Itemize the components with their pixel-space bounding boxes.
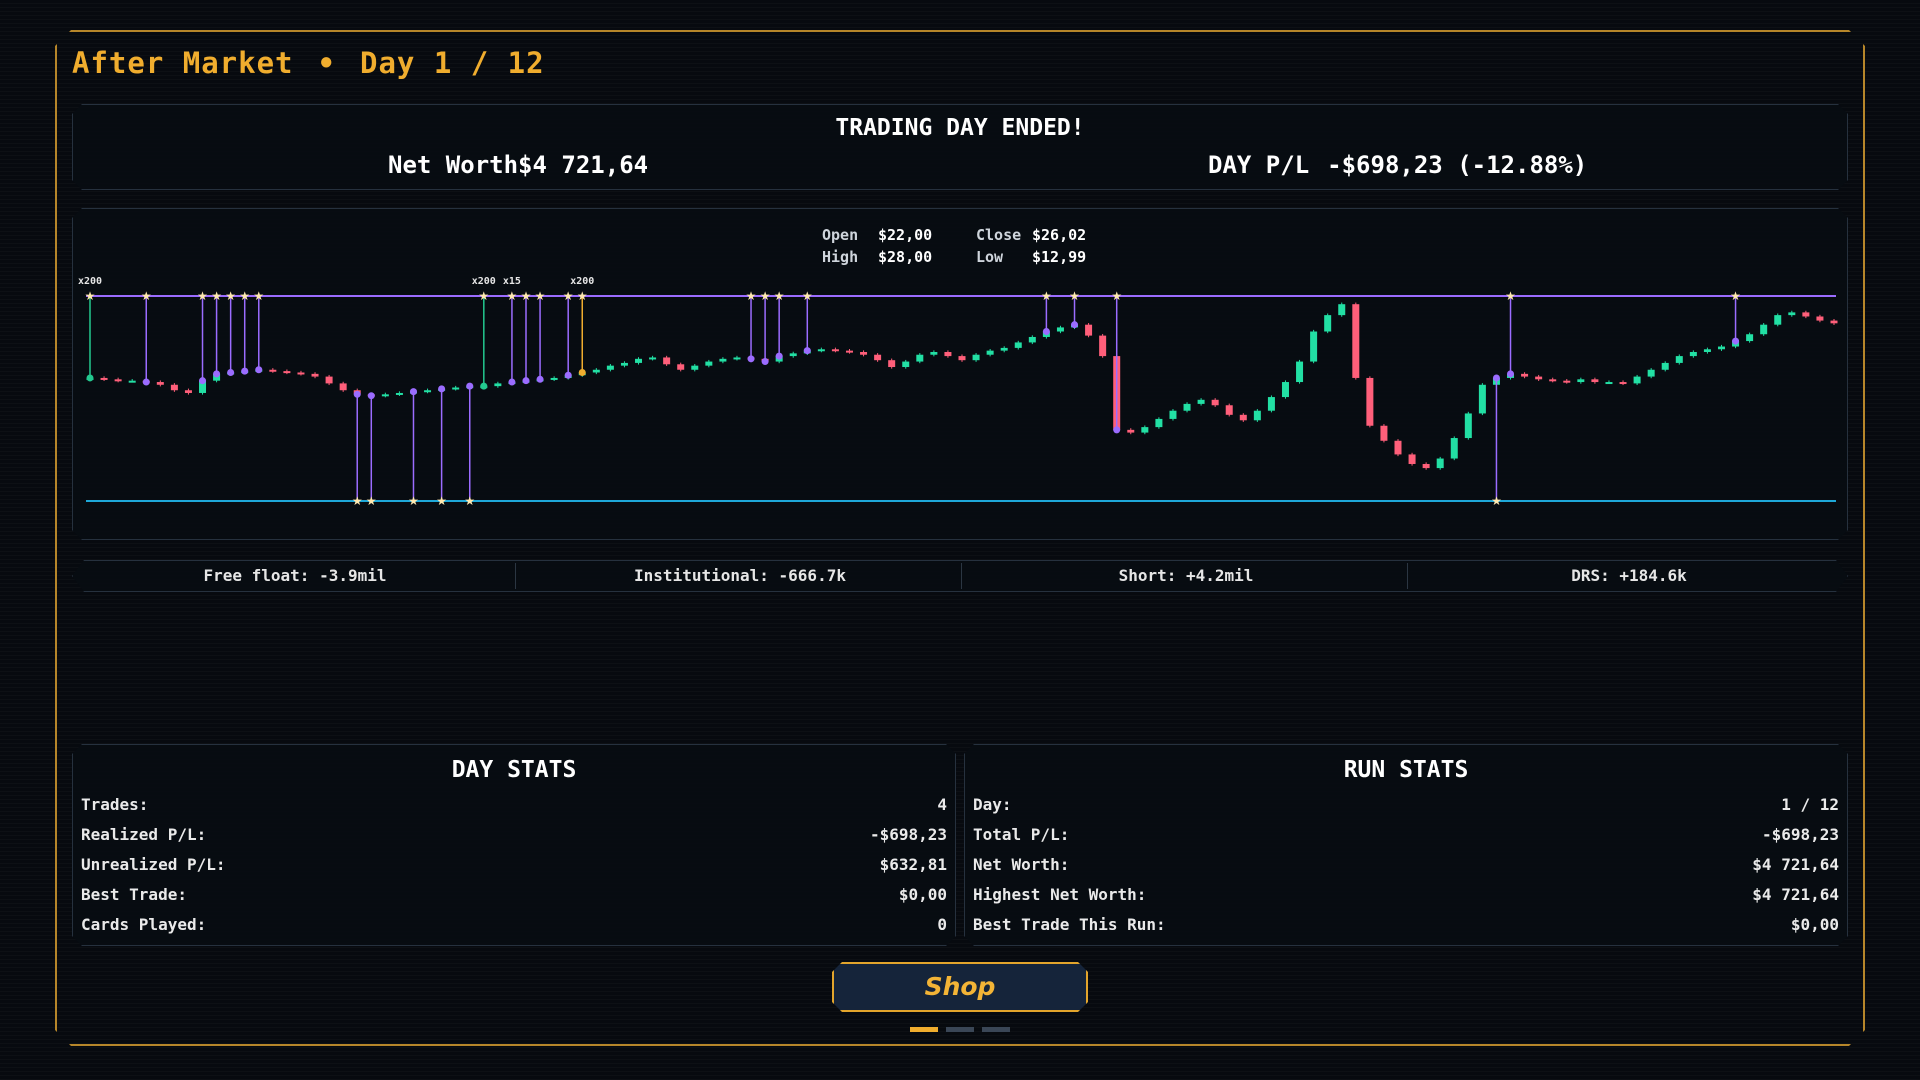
stat-label: Unrealized P/L: [81, 855, 226, 874]
stat-value: 0 [937, 915, 947, 934]
stat-row: Best Trade This Run: $0,00 [973, 915, 1839, 941]
stat-value: 1 / 12 [1781, 795, 1839, 814]
run-stats-panel: RUN STATS Day: 1 / 12 Total P/L: -$698,23 … [964, 744, 1848, 946]
stat-value: $0,00 [898, 885, 947, 904]
institutional-stat: Institutional: -666.7k [517, 561, 963, 591]
stat-row: Trades: 4 [81, 795, 947, 821]
summary-panel: TRADING DAY ENDED! Net Worth$4 721,64 DA… [72, 104, 1848, 190]
stat-label: Highest Net Worth: [973, 885, 1147, 904]
divider [961, 563, 962, 589]
stat-row: Best Trade: $0,00 [81, 885, 947, 911]
trading-ended-title: TRADING DAY ENDED! [835, 115, 1085, 141]
high-label: High [822, 248, 859, 266]
divider [1407, 563, 1408, 589]
drs-value: +184.6k [1619, 566, 1687, 585]
free-float-label: Free float: [203, 566, 310, 585]
stat-value: -$698,23 [1761, 825, 1839, 844]
ohlc-right: Close $26,02 Low $12,99 [976, 224, 1086, 268]
free-float-value: -3.9mil [319, 566, 387, 585]
stat-value: $632,81 [879, 855, 947, 874]
stat-label: Best Trade: [81, 885, 187, 904]
free-float-stat: Free float: -3.9mil [73, 561, 517, 591]
day-stats-panel: DAY STATS Trades: 4 Realized P/L: -$698,23… [72, 744, 956, 946]
stat-row: Day: 1 / 12 [973, 795, 1839, 821]
open-value: $22,00 [878, 226, 933, 244]
stat-row: Net Worth: $4 721,64 [973, 855, 1839, 881]
net-worth-value: $4 721,64 [518, 151, 649, 179]
close-value: $26,02 [1032, 226, 1087, 244]
shop-button[interactable]: Shop [832, 962, 1088, 1012]
short-value: +4.2mil [1186, 566, 1254, 585]
stat-value: $0,00 [1790, 915, 1839, 934]
page-indicator[interactable] [946, 1027, 974, 1032]
divider [515, 563, 516, 589]
stat-label: Best Trade This Run: [973, 915, 1166, 934]
stat-value: $4 721,64 [1752, 855, 1839, 874]
share-stats-bar: Free float: -3.9mil Institutional: -666.… [72, 560, 1848, 592]
day-counter: Day 1 / 12 [359, 46, 545, 80]
low-value: $12,99 [1032, 248, 1087, 266]
drs-label: DRS: [1571, 566, 1610, 585]
stat-label: Trades: [81, 795, 149, 814]
institutional-label: Institutional: [634, 566, 769, 585]
day-stats-title: DAY STATS [451, 757, 577, 783]
net-worth: Net Worth$4 721,64 [388, 151, 648, 179]
stat-row: Realized P/L: -$698,23 [81, 825, 947, 851]
day-pl-value: -$698,23 (-12.88%) [1327, 151, 1588, 179]
stat-label: Total P/L: [973, 825, 1070, 844]
stat-row: Unrealized P/L: $632,81 [81, 855, 947, 881]
close-label: Close [976, 226, 1022, 244]
stat-row: Cards Played: 0 [81, 915, 947, 941]
stat-value: -$698,23 [869, 825, 947, 844]
stat-label: Cards Played: [81, 915, 207, 934]
stat-label: Day: [973, 795, 1012, 814]
stat-label: Net Worth: [973, 855, 1070, 874]
price-chart-panel [72, 208, 1848, 540]
page-title: After Market • Day 1 / 12 [72, 46, 545, 80]
open-label: Open [822, 226, 859, 244]
short-stat: Short: +4.2mil [963, 561, 1409, 591]
drs-stat: DRS: +184.6k [1409, 561, 1849, 591]
page-indicator[interactable] [982, 1027, 1010, 1032]
ohlc-left: Open $22,00 High $28,00 [822, 224, 932, 268]
stat-label: Realized P/L: [81, 825, 207, 844]
stat-row: Highest Net Worth: $4 721,64 [973, 885, 1839, 911]
day-pl-label: DAY P/L [1208, 151, 1310, 179]
stat-row: Total P/L: -$698,23 [973, 825, 1839, 851]
day-pl: DAY P/L -$698,23 (-12.88%) [1208, 151, 1587, 179]
title-separator: • [317, 46, 336, 80]
page-indicator-active[interactable] [910, 1027, 938, 1032]
stat-value: 4 [937, 795, 947, 814]
phase-label: After Market [72, 46, 294, 80]
run-stats-title: RUN STATS [1343, 757, 1469, 783]
low-label: Low [976, 248, 1004, 266]
short-label: Short: [1118, 566, 1177, 585]
stat-value: $4 721,64 [1752, 885, 1839, 904]
net-worth-label: Net Worth [388, 151, 519, 179]
high-value: $28,00 [878, 248, 933, 266]
institutional-value: -666.7k [778, 566, 846, 585]
